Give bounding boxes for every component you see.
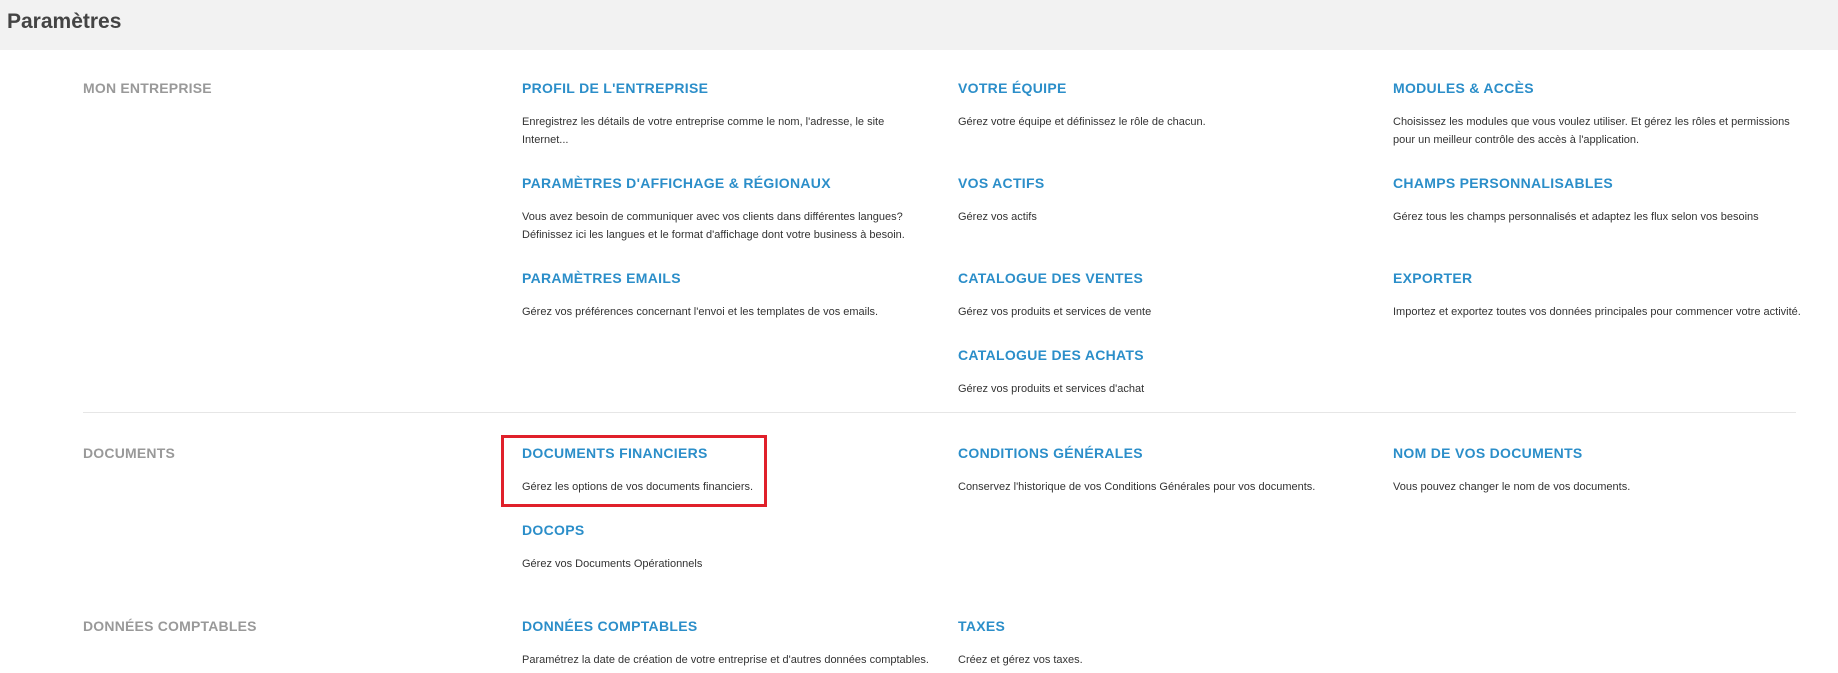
settings-item-profil: PROFIL DE L'ENTREPRISE Enregistrez les d…: [522, 80, 922, 149]
settings-item-taxes: TAXES Créez et gérez vos taxes.: [958, 618, 1378, 669]
settings-item-catalogue-achats: CATALOGUE DES ACHATS Gérez vos produits …: [958, 347, 1378, 398]
settings-link-exporter[interactable]: EXPORTER: [1393, 270, 1472, 286]
settings-desc: Conservez l'historique de vos Conditions…: [958, 481, 1316, 493]
settings-desc: Choisissez les modules que vous voulez u…: [1393, 116, 1790, 146]
settings-desc: Gérez vos produits et services d'achat: [958, 383, 1145, 395]
settings-item-equipe: VOTRE ÉQUIPE Gérez votre équipe et défin…: [958, 80, 1378, 131]
settings-item-nom-documents: NOM DE VOS DOCUMENTS Vous pouvez changer…: [1393, 445, 1813, 496]
settings-item-exporter: EXPORTER Importez et exportez toutes vos…: [1393, 270, 1813, 321]
section-title: MON ENTREPRISE: [83, 80, 212, 96]
settings-link-affichage[interactable]: PARAMÈTRES D'AFFICHAGE & RÉGIONAUX: [522, 175, 831, 191]
settings-desc: Gérez vos actifs: [958, 211, 1037, 223]
settings-desc: Vous pouvez changer le nom de vos docume…: [1393, 481, 1631, 493]
settings-link-catalogue-achats[interactable]: CATALOGUE DES ACHATS: [958, 347, 1144, 363]
settings-desc: Enregistrez les détails de votre entrepr…: [522, 116, 885, 146]
settings-desc: Gérez tous les champs personnalisés et a…: [1393, 211, 1759, 223]
settings-link-conditions-generales[interactable]: CONDITIONS GÉNÉRALES: [958, 445, 1143, 461]
highlight-box: [501, 435, 767, 507]
section-title: DONNÉES COMPTABLES: [83, 618, 257, 634]
settings-item-catalogue-ventes: CATALOGUE DES VENTES Gérez vos produits …: [958, 270, 1378, 321]
settings-desc: Gérez vos Documents Opérationnels: [522, 558, 703, 570]
top-bar: Paramètres: [0, 0, 1838, 50]
settings-item-actifs: VOS ACTIFS Gérez vos actifs: [958, 175, 1378, 226]
settings-link-docops[interactable]: DOCOPS: [522, 522, 584, 538]
settings-desc: Gérez vos produits et services de vente: [958, 306, 1152, 318]
settings-item-donnees-comptables: DONNÉES COMPTABLES Paramétrez la date de…: [522, 618, 952, 669]
settings-item-conditions-generales: CONDITIONS GÉNÉRALES Conservez l'histori…: [958, 445, 1378, 496]
settings-desc: Vous avez besoin de communiquer avec vos…: [522, 211, 905, 241]
settings-item-affichage: PARAMÈTRES D'AFFICHAGE & RÉGIONAUX Vous …: [522, 175, 942, 244]
settings-link-equipe[interactable]: VOTRE ÉQUIPE: [958, 80, 1067, 96]
settings-link-profil[interactable]: PROFIL DE L'ENTREPRISE: [522, 80, 708, 96]
settings-desc: Créez et gérez vos taxes.: [958, 654, 1083, 666]
section-divider: [83, 412, 1796, 413]
settings-item-modules: MODULES & ACCÈS Choisissez les modules q…: [1393, 80, 1813, 149]
settings-link-emails[interactable]: PARAMÈTRES EMAILS: [522, 270, 681, 286]
page-title: Paramètres: [7, 10, 122, 33]
section-title: DOCUMENTS: [83, 445, 176, 461]
settings-item-docops: DOCOPS Gérez vos Documents Opérationnels: [522, 522, 942, 573]
settings-item-champs: CHAMPS PERSONNALISABLES Gérez tous les c…: [1393, 175, 1813, 226]
settings-link-actifs[interactable]: VOS ACTIFS: [958, 175, 1045, 191]
settings-link-catalogue-ventes[interactable]: CATALOGUE DES VENTES: [958, 270, 1143, 286]
settings-link-nom-documents[interactable]: NOM DE VOS DOCUMENTS: [1393, 445, 1583, 461]
settings-desc: Gérez votre équipe et définissez le rôle…: [958, 116, 1206, 128]
settings-link-donnees-comptables[interactable]: DONNÉES COMPTABLES: [522, 618, 698, 634]
settings-item-emails: PARAMÈTRES EMAILS Gérez vos préférences …: [522, 270, 942, 321]
settings-desc: Gérez vos préférences concernant l'envoi…: [522, 306, 879, 318]
settings-link-champs[interactable]: CHAMPS PERSONNALISABLES: [1393, 175, 1613, 191]
settings-desc: Importez et exportez toutes vos données …: [1393, 306, 1801, 318]
settings-link-modules[interactable]: MODULES & ACCÈS: [1393, 80, 1534, 96]
settings-link-taxes[interactable]: TAXES: [958, 618, 1005, 634]
settings-desc: Paramétrez la date de création de votre …: [522, 654, 929, 666]
